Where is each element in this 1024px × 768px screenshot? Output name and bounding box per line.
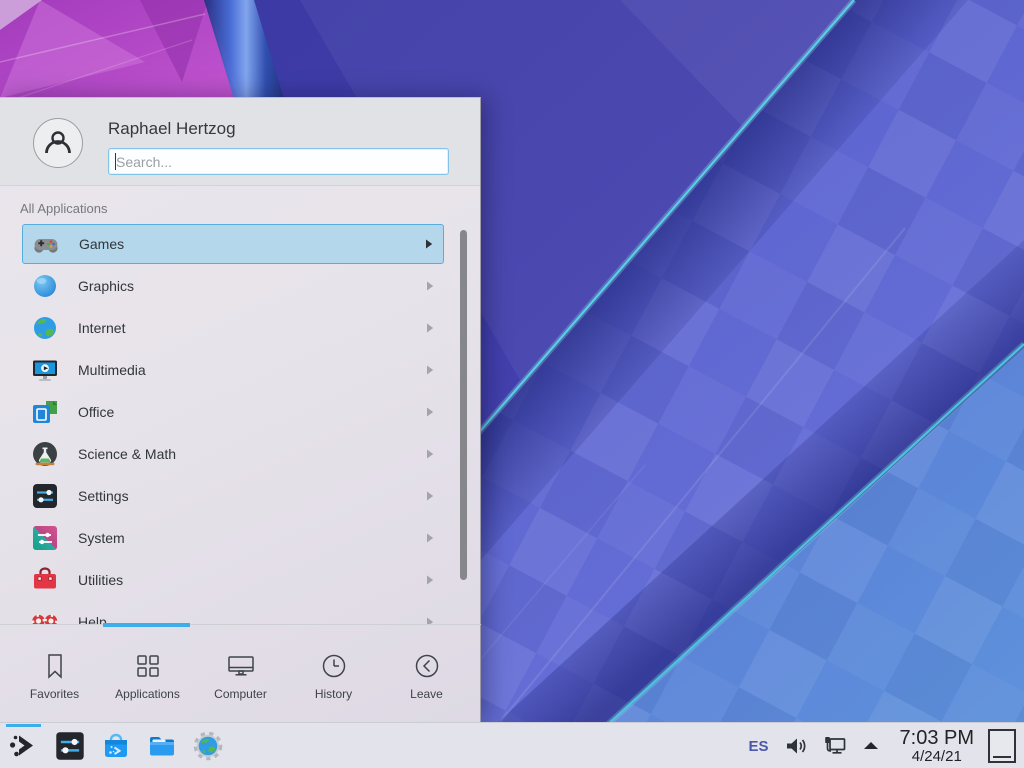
search-input[interactable]	[108, 148, 449, 175]
office-icon	[31, 398, 59, 426]
submenu-arrow-icon	[426, 575, 434, 585]
leave-icon	[412, 651, 442, 681]
digital-clock[interactable]: 7:03 PM 4/24/21	[900, 728, 974, 765]
tab-applications[interactable]: Applications	[101, 628, 194, 723]
application-category-list: Games Graphics	[0, 218, 481, 625]
tab-label: Computer	[214, 687, 267, 701]
globe-gear-icon	[192, 730, 224, 762]
clock-date: 4/24/21	[912, 749, 962, 765]
menu-item-system[interactable]: System	[22, 518, 444, 558]
user-avatar[interactable]	[33, 118, 83, 168]
games-icon	[32, 230, 60, 258]
submenu-arrow-icon	[425, 239, 433, 249]
menu-item-label: Settings	[78, 488, 426, 504]
tab-history[interactable]: History	[287, 628, 380, 723]
expand-tray-icon[interactable]	[860, 735, 882, 757]
tab-computer[interactable]: Computer	[194, 628, 287, 723]
discover-button[interactable]	[99, 729, 133, 763]
application-launcher-button[interactable]	[5, 724, 43, 768]
tab-leave[interactable]: Leave	[380, 628, 473, 723]
system-icon	[31, 524, 59, 552]
submenu-arrow-icon	[426, 533, 434, 543]
menu-item-games[interactable]: Games	[22, 224, 444, 264]
scrollbar[interactable]	[460, 230, 467, 580]
launcher-header: Raphael Hertzog	[0, 98, 480, 186]
submenu-arrow-icon	[426, 449, 434, 459]
menu-item-settings[interactable]: Settings	[22, 476, 444, 516]
help-icon	[31, 608, 59, 625]
network-icon[interactable]	[821, 733, 848, 760]
menu-item-label: System	[78, 530, 426, 546]
submenu-arrow-icon	[426, 281, 434, 291]
user-name: Raphael Hertzog	[108, 119, 236, 139]
graphics-icon	[31, 272, 59, 300]
monitor-icon	[226, 651, 256, 681]
system-settings-button[interactable]	[53, 729, 87, 763]
text-cursor	[115, 153, 116, 170]
menu-item-help[interactable]: Help	[22, 602, 444, 625]
show-desktop-button[interactable]	[988, 729, 1016, 763]
taskbar-panel: ES	[0, 722, 1024, 768]
menu-item-label: Graphics	[78, 278, 426, 294]
submenu-arrow-icon	[426, 365, 434, 375]
multimedia-icon	[31, 356, 59, 384]
web-browser-button[interactable]	[191, 729, 225, 763]
grid-icon	[133, 651, 163, 681]
submenu-arrow-icon	[426, 407, 434, 417]
menu-item-office[interactable]: Office	[22, 392, 444, 432]
system-settings-icon	[54, 730, 86, 762]
tab-label: Leave	[410, 687, 443, 701]
menu-item-science-math[interactable]: Science & Math	[22, 434, 444, 474]
tab-label: Applications	[115, 687, 180, 701]
menu-item-label: Internet	[78, 320, 426, 336]
tab-favorites[interactable]: Favorites	[8, 628, 101, 723]
science-icon	[31, 440, 59, 468]
utilities-icon	[31, 566, 59, 594]
submenu-arrow-icon	[426, 491, 434, 501]
menu-item-label: Science & Math	[78, 446, 426, 462]
section-label: All Applications	[20, 201, 107, 216]
kde-launcher-icon	[7, 729, 41, 763]
menu-item-label: Office	[78, 404, 426, 420]
user-icon	[41, 126, 75, 160]
bookmark-icon	[40, 651, 70, 681]
menu-item-label: Games	[79, 236, 425, 252]
menu-item-internet[interactable]: Internet	[22, 308, 444, 348]
submenu-arrow-icon	[426, 323, 434, 333]
menu-item-label: Utilities	[78, 572, 426, 588]
internet-icon	[31, 314, 59, 342]
menu-item-label: Multimedia	[78, 362, 426, 378]
menu-item-utilities[interactable]: Utilities	[22, 560, 444, 600]
volume-icon[interactable]	[783, 733, 809, 759]
clock-icon	[319, 651, 349, 681]
active-tab-indicator	[103, 623, 190, 627]
tab-label: History	[315, 687, 352, 701]
file-manager-button[interactable]	[145, 729, 179, 763]
menu-item-graphics[interactable]: Graphics	[22, 266, 444, 306]
tabbar-divider	[0, 624, 481, 625]
clock-time: 7:03 PM	[900, 728, 974, 749]
menu-item-multimedia[interactable]: Multimedia	[22, 350, 444, 390]
settings-icon	[31, 482, 59, 510]
application-launcher-popup: Raphael Hertzog All Applications Games	[0, 97, 481, 722]
folder-icon	[146, 730, 178, 762]
launcher-tabbar: Favorites Applications Computer	[8, 628, 473, 723]
desktop: Raphael Hertzog All Applications Games	[0, 0, 1024, 768]
keyboard-layout-indicator[interactable]: ES	[749, 738, 769, 755]
system-tray: ES	[749, 723, 1024, 768]
tab-label: Favorites	[30, 687, 79, 701]
discover-icon	[100, 730, 132, 762]
